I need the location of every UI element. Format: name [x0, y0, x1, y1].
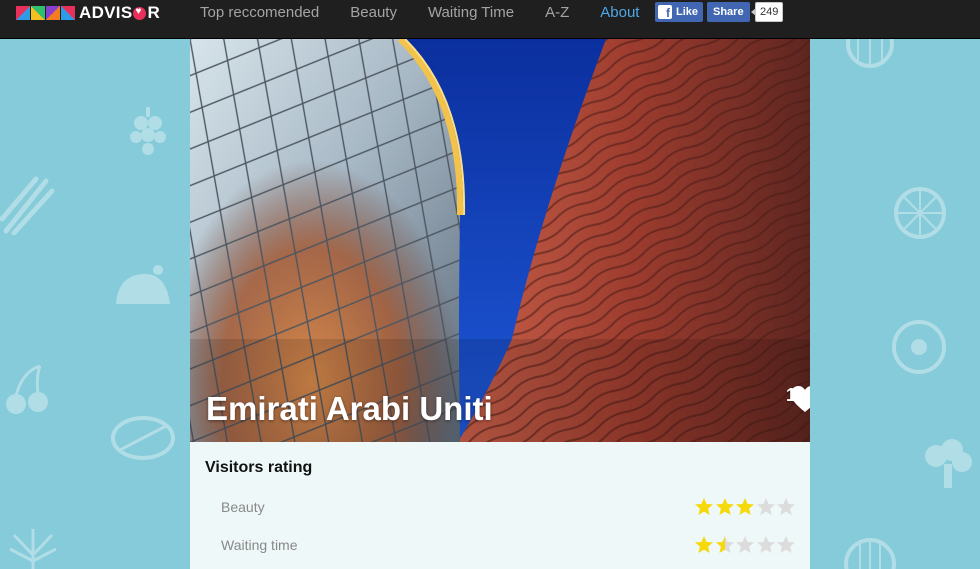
star-icon	[736, 498, 754, 515]
nav-item-waiting-time[interactable]: Waiting Time	[428, 4, 514, 21]
like-counter[interactable]: 13	[786, 385, 810, 412]
facebook-share-count: 249	[750, 2, 784, 22]
logo-heart-icon	[133, 6, 147, 20]
orange-slice-doodle-icon	[894, 187, 946, 239]
star-icon	[715, 498, 734, 515]
star-icon	[715, 536, 734, 553]
facebook-icon: f	[658, 5, 672, 19]
watermelon-doodle-icon	[844, 538, 896, 569]
heart-icon[interactable]	[790, 385, 810, 413]
nav-item-about[interactable]: About	[600, 4, 639, 21]
nav-item-beauty[interactable]: Beauty	[350, 4, 397, 21]
nav-item-top-recommended[interactable]: Top reccomended	[200, 4, 319, 21]
star-icon	[777, 498, 795, 515]
logo-mark-icon	[16, 6, 75, 20]
star-icon	[695, 498, 713, 515]
star-icon	[777, 536, 795, 553]
star-icon	[695, 536, 713, 553]
kiwi-doodle-icon	[892, 320, 946, 374]
facebook-share-button[interactable]: Share	[707, 2, 750, 22]
main-nav: Top reccomended Beauty Waiting Time A-Z …	[200, 4, 670, 21]
cherry-doodle-icon	[6, 364, 48, 414]
broccoli-doodle-icon	[925, 439, 972, 488]
facebook-like-label: Like	[676, 6, 699, 18]
nav-item-a-z[interactable]: A-Z	[545, 4, 569, 21]
star-rating-beauty	[694, 497, 797, 517]
grapes-doodle-icon	[130, 107, 166, 155]
star-rating-waiting-time	[694, 535, 797, 555]
leaf-doodle-icon	[111, 416, 175, 460]
visitors-rating-title: Visitors rating	[205, 459, 313, 476]
rating-row-beauty: Beauty	[221, 497, 796, 517]
asparagus-doodle-icon	[0, 176, 55, 235]
chicken-doodle-icon	[116, 265, 170, 304]
top-navbar: ADVISR Top reccomended Beauty Waiting Ti…	[0, 0, 980, 39]
logo-text: ADVISR	[79, 3, 160, 23]
rating-label-waiting-time: Waiting time	[221, 537, 298, 553]
star-icon	[756, 536, 775, 553]
pavilion-photo	[190, 39, 810, 442]
expo-advisor-logo[interactable]: ADVISR	[16, 3, 160, 23]
rating-label-beauty: Beauty	[221, 499, 265, 515]
rating-row-waiting-time: Waiting time	[221, 535, 796, 555]
star-icon	[756, 498, 775, 515]
star-icon	[736, 536, 754, 553]
pavilion-hero-image: Emirati Arabi Uniti 13	[190, 39, 810, 442]
facebook-like-button[interactable]: f Like	[655, 2, 704, 22]
visitors-rating-panel: Visitors rating Beauty Waiting time	[190, 442, 810, 569]
pavilion-title: Emirati Arabi Uniti	[206, 390, 493, 427]
pineapple-doodle-icon	[9, 529, 57, 569]
